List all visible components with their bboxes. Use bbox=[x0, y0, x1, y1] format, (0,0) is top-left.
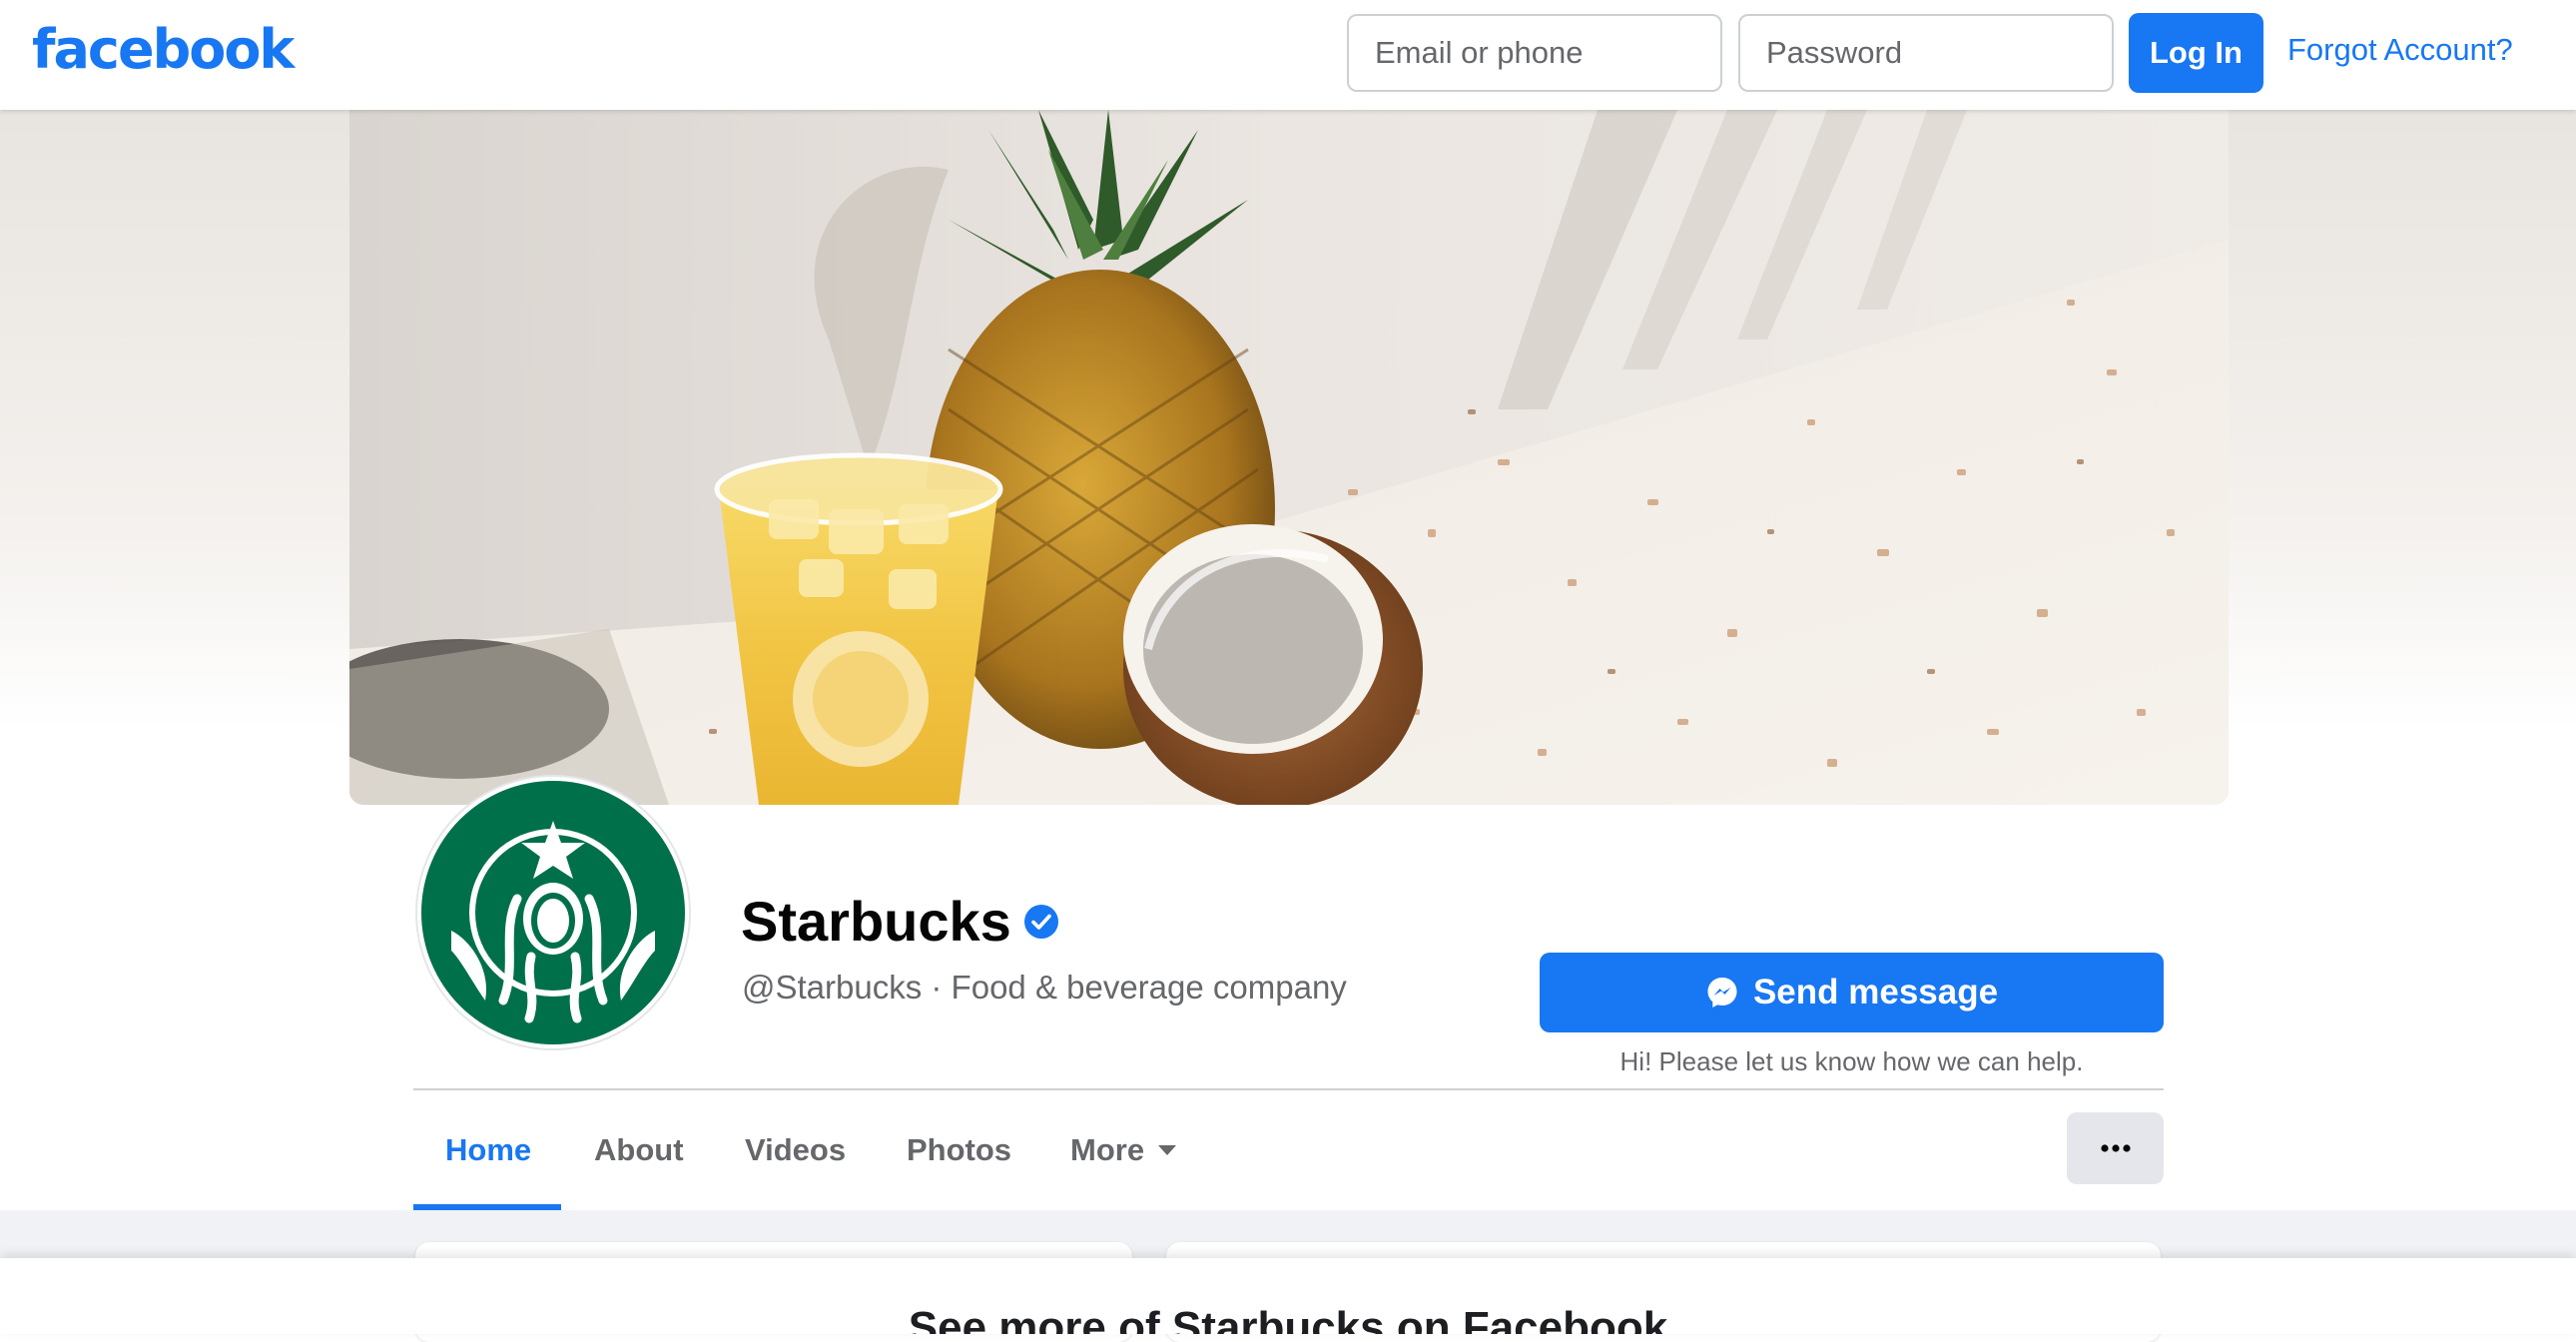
email-field[interactable] bbox=[1347, 14, 1722, 92]
send-message-button[interactable]: Send message bbox=[1540, 953, 2164, 1032]
message-help-text: Hi! Please let us know how we can help. bbox=[1619, 1046, 2084, 1076]
more-options-icon bbox=[2100, 1144, 2131, 1152]
more-options-button[interactable] bbox=[2067, 1112, 2164, 1184]
tab-more-label: More bbox=[1070, 1132, 1145, 1167]
page-title: Starbucks bbox=[741, 890, 1011, 953]
profile-divider bbox=[413, 1088, 2164, 1090]
verified-badge-icon bbox=[1024, 905, 1058, 939]
forgot-account-link[interactable]: Forgot Account? bbox=[2287, 32, 2513, 68]
caret-down-icon bbox=[1158, 1145, 1177, 1155]
password-field[interactable] bbox=[1738, 14, 2114, 92]
tab-more[interactable]: More bbox=[1070, 1132, 1177, 1168]
tab-about[interactable]: About bbox=[594, 1132, 684, 1168]
messenger-icon bbox=[1707, 978, 1737, 1007]
login-prompt-title: See more of Starbucks on Facebook bbox=[908, 1303, 1668, 1334]
facebook-logo[interactable]: facebook bbox=[32, 18, 295, 81]
profile-picture[interactable] bbox=[417, 777, 689, 1048]
tab-videos[interactable]: Videos bbox=[745, 1132, 846, 1168]
page-subtitle: @Starbucks · Food & beverage company bbox=[742, 969, 1347, 1006]
login-button[interactable]: Log In bbox=[2129, 13, 2263, 93]
tab-photos[interactable]: Photos bbox=[907, 1132, 1011, 1168]
top-navigation-bar: facebook Log In Forgot Account? bbox=[0, 0, 2576, 110]
starbucks-siren-logo bbox=[421, 781, 685, 1044]
cover-photo[interactable] bbox=[349, 110, 2229, 805]
tab-home[interactable]: Home bbox=[445, 1132, 531, 1168]
login-prompt-overlay: See more of Starbucks on Facebook bbox=[0, 1258, 2576, 1334]
send-message-label: Send message bbox=[1752, 973, 1999, 1011]
